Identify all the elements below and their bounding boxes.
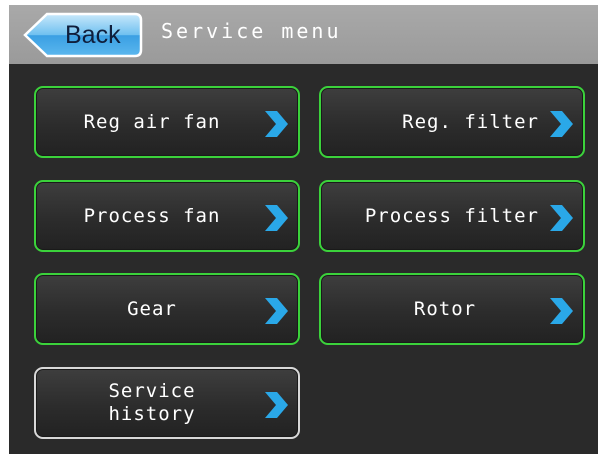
rotor-button[interactable]: Rotor — [319, 273, 585, 345]
back-label: Back — [65, 21, 121, 49]
chevron-right-icon — [265, 205, 288, 231]
page-title: Service menu — [161, 19, 342, 43]
service-history-button[interactable]: Service history — [34, 367, 300, 439]
gear-button[interactable]: Gear — [34, 273, 300, 345]
chevron-right-icon — [550, 205, 573, 231]
chevron-right-icon — [265, 111, 288, 137]
chevron-right-icon — [265, 392, 288, 418]
back-button[interactable]: Back — [23, 12, 143, 58]
header-bar: Back Service menu — [9, 5, 598, 64]
process-filter-button[interactable]: Process filter — [319, 180, 585, 252]
menu-item-label: Process fan — [83, 204, 221, 227]
process-fan-button[interactable]: Process fan — [34, 180, 300, 252]
chevron-right-icon — [550, 111, 573, 137]
menu-item-label: Reg. filter — [402, 110, 539, 133]
menu-item-label: Gear — [127, 297, 177, 320]
menu-item-label: Rotor — [413, 297, 477, 320]
chevron-right-icon — [550, 298, 573, 324]
menu-item-label: Service history — [108, 380, 196, 425]
menu-item-label: Reg air fan — [83, 110, 221, 133]
chevron-right-icon — [265, 298, 288, 324]
menu-item-label: Process filter — [364, 204, 539, 227]
service-menu-screen: Back Service menu Reg air fan Reg. filte… — [9, 5, 598, 454]
reg-air-fan-button[interactable]: Reg air fan — [34, 86, 300, 158]
reg-filter-button[interactable]: Reg. filter — [319, 86, 585, 158]
